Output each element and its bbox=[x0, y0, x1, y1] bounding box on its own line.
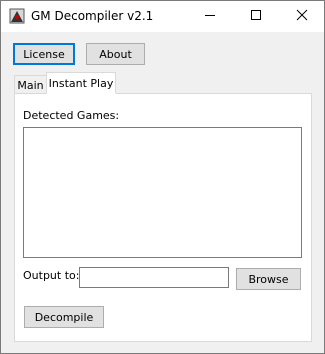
minimize-button[interactable] bbox=[187, 1, 233, 32]
output-field[interactable] bbox=[79, 267, 229, 288]
tab-main[interactable]: Main bbox=[14, 75, 47, 94]
about-button[interactable]: About bbox=[86, 43, 145, 65]
close-icon bbox=[296, 9, 308, 24]
decompile-button[interactable]: Decompile bbox=[24, 306, 104, 328]
license-button[interactable]: License bbox=[13, 43, 75, 65]
minimize-icon bbox=[204, 9, 216, 24]
maximize-button[interactable] bbox=[233, 1, 279, 32]
browse-button[interactable]: Browse bbox=[236, 268, 301, 290]
output-label: Output to: bbox=[23, 269, 80, 282]
detected-games-list[interactable] bbox=[23, 127, 302, 258]
tab-instant-play[interactable]: Instant Play bbox=[46, 72, 116, 94]
detected-games-label: Detected Games: bbox=[23, 109, 120, 122]
close-button[interactable] bbox=[279, 1, 325, 32]
maximize-icon bbox=[250, 9, 262, 24]
window-title: GM Decompiler v2.1 bbox=[31, 9, 154, 23]
app-icon bbox=[9, 8, 25, 24]
title-bar[interactable]: GM Decompiler v2.1 bbox=[1, 1, 324, 32]
app-window: GM Decompiler v2.1 License About Main In… bbox=[0, 0, 325, 354]
